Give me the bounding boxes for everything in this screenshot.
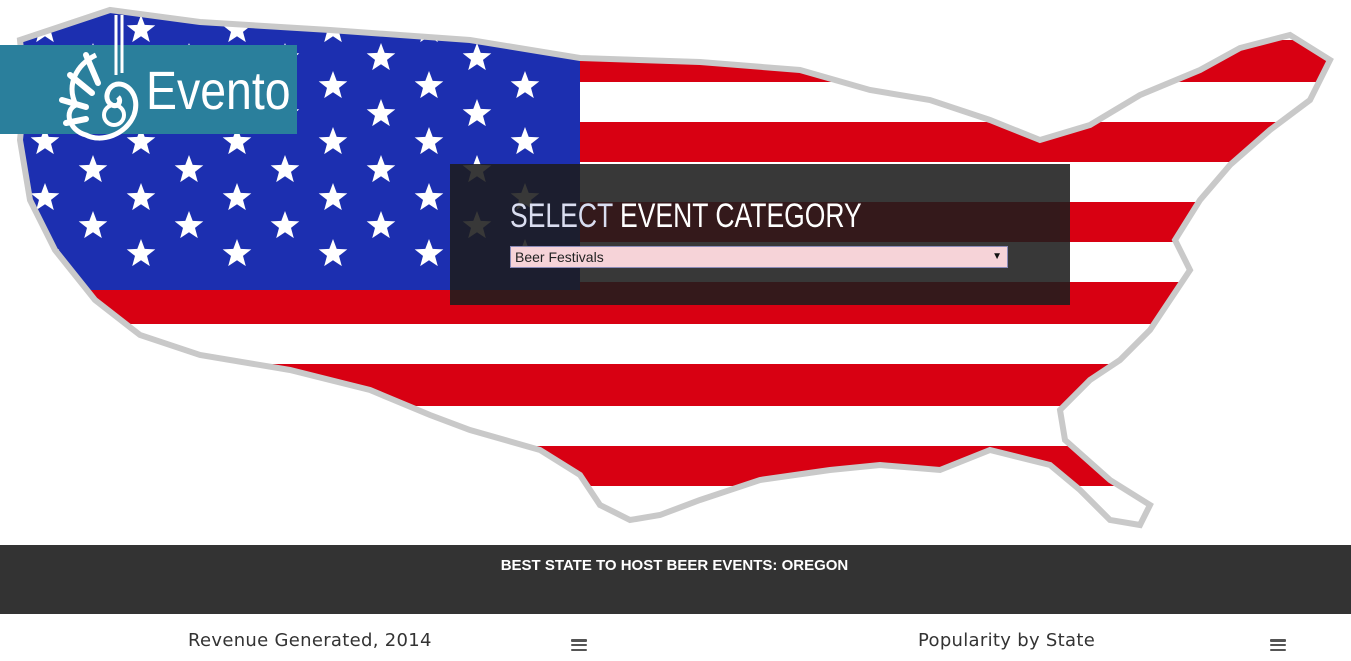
- banner-text: BEST STATE TO HOST BEER EVENTS: OREGON: [500, 557, 849, 574]
- event-category-select[interactable]: Beer Festivals ▼: [510, 246, 1008, 268]
- revenue-chart-title: Revenue Generated, 2014: [188, 630, 432, 651]
- best-state-banner: BEST STATE TO HOST BEER EVENTS: OREGON: [0, 545, 1351, 614]
- logo[interactable]: Evento: [0, 15, 297, 141]
- event-category-panel: SELECT EVENT CATEGORY Beer Festivals ▼: [450, 164, 1070, 305]
- panel-title-rest: EVENT CATEGORY: [612, 197, 862, 235]
- selected-category: Beer Festivals: [515, 249, 604, 265]
- brand-name: Evento: [146, 61, 291, 121]
- menu-icon[interactable]: [1270, 639, 1286, 652]
- logo-mark-icon: [59, 15, 139, 141]
- menu-icon[interactable]: [571, 639, 587, 652]
- panel-title: SELECT EVENT CATEGORY: [510, 196, 862, 236]
- flag-star: [510, 15, 540, 43]
- popularity-chart-title: Popularity by State: [918, 630, 1096, 651]
- panel-title-select-word: SELECT: [510, 197, 613, 235]
- dropdown-arrow-icon: ▼: [992, 251, 1002, 262]
